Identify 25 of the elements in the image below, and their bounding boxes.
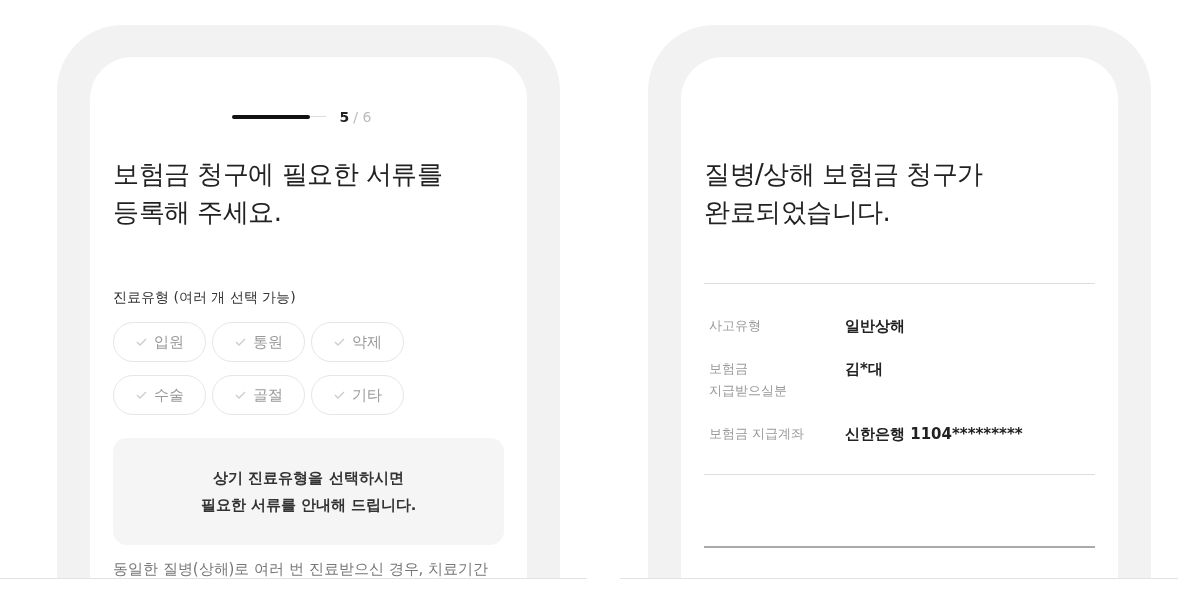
detail-label: 사고유형 (709, 317, 762, 335)
check-icon (234, 391, 246, 399)
section-label: 진료유형 (여러 개 선택 가능) (113, 288, 297, 307)
completion-title: 질병/상해 보험금 청구가 완료되었습니다. (704, 158, 984, 229)
footnote-text: 동일한 질병(상해)로 여러 번 진료받으신 경우, 치료기간 (113, 559, 490, 578)
detail-label: 보험금 지급받으실분 (709, 360, 788, 400)
option-chip[interactable]: 통원 (212, 322, 305, 362)
page-title: 보험금 청구에 필요한 서류를 등록해 주세요. (113, 158, 444, 229)
detail-value: 김*대 (845, 359, 883, 380)
info-panel: 상기 진료유형을 선택하시면 필요한 서류를 안내해 드립니다. (113, 438, 504, 545)
check-icon (333, 338, 345, 346)
detail-label: 보험금 지급계좌 (709, 425, 806, 443)
check-icon (135, 338, 147, 346)
check-icon (234, 338, 246, 346)
detail-value: 일반상해 (845, 316, 905, 337)
option-chip[interactable]: 골절 (212, 375, 305, 415)
step-current: 5 (339, 109, 350, 125)
option-chip[interactable]: 수술 (113, 375, 206, 415)
check-icon (333, 391, 345, 399)
step-total: / 6 (353, 109, 372, 125)
option-chip[interactable]: 입원 (113, 322, 206, 362)
check-icon (135, 391, 147, 399)
option-chip[interactable]: 기타 (311, 375, 404, 415)
detail-value: 신한은행 1104********* (845, 424, 1023, 445)
option-chip[interactable]: 약제 (311, 322, 404, 362)
